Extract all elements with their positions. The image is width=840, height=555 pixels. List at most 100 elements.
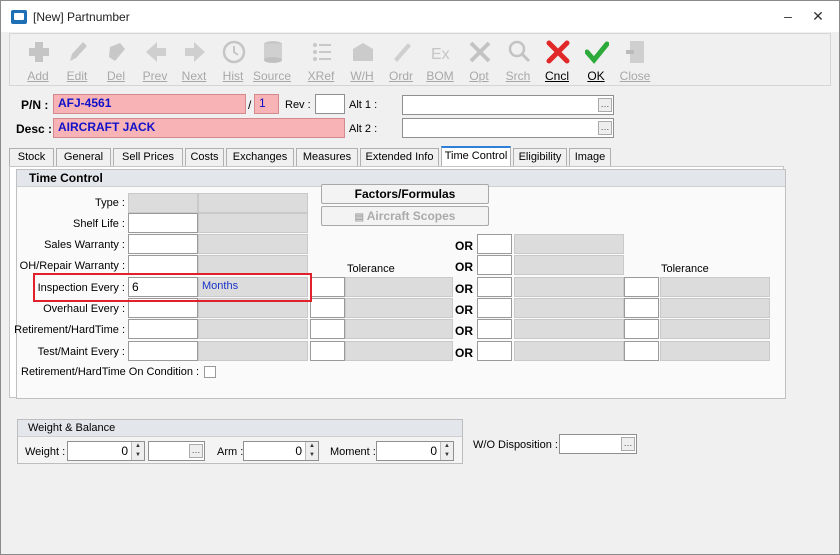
delete-icon (109, 43, 125, 61)
overhaul-tolerance-unit[interactable] (345, 298, 453, 318)
tab-sell-prices[interactable]: Sell Prices (113, 148, 183, 166)
retirement-hardtime-value[interactable] (128, 319, 198, 339)
test-maint-alt-tolerance-value[interactable] (624, 341, 659, 361)
alt1-input[interactable]: … (402, 95, 614, 115)
weight-input[interactable]: 0 ▲ ▼ (67, 441, 145, 461)
tab-measures[interactable]: Measures (296, 148, 358, 166)
tab-general[interactable]: General (56, 148, 111, 166)
overhaul-alt-tolerance-value[interactable] (624, 298, 659, 318)
sales-warranty-alt-value[interactable] (477, 234, 512, 254)
inspection-alt-tolerance-unit[interactable] (660, 277, 770, 297)
cncl-label: Cncl (544, 69, 569, 83)
next-button[interactable]: Next (174, 36, 214, 84)
hist-button[interactable]: Hist (213, 36, 253, 84)
tolerance-label-2: Tolerance (661, 263, 709, 275)
oh-repair-alt-value[interactable] (477, 255, 512, 275)
del-button[interactable]: Del (96, 36, 136, 84)
oh-repair-alt-unit[interactable] (514, 255, 624, 275)
alt1-label: Alt 1 : (349, 99, 378, 111)
test-maint-every-unit[interactable] (198, 341, 308, 361)
inspection-alt-value[interactable] (477, 277, 512, 297)
retirement-alt-tolerance-unit[interactable] (660, 319, 770, 339)
oh-repair-warranty-value[interactable] (128, 255, 198, 275)
alt2-ellipsis-button[interactable]: … (598, 121, 612, 135)
retirement-tolerance-value[interactable] (310, 319, 345, 339)
test-maint-tolerance-unit[interactable] (345, 341, 453, 361)
on-condition-checkbox[interactable] (204, 366, 216, 378)
edit-icon (70, 42, 87, 61)
alt2-input[interactable]: … (402, 118, 614, 138)
inspection-alt-tolerance-value[interactable] (624, 277, 659, 297)
rev-input[interactable] (315, 94, 345, 114)
retirement-alt-tolerance-value[interactable] (624, 319, 659, 339)
rev-label: Rev : (285, 99, 311, 111)
cncl-button[interactable]: Cncl (537, 36, 577, 84)
inspection-alt-unit[interactable] (514, 277, 624, 297)
prev-button[interactable]: Prev (135, 36, 175, 84)
bom-icon: Ex (431, 46, 450, 63)
sales-warranty-alt-unit[interactable] (514, 234, 624, 254)
srch-button[interactable]: Srch (498, 36, 538, 84)
tab-exchanges[interactable]: Exchanges (226, 148, 294, 166)
tab-image[interactable]: Image (569, 148, 611, 166)
pn-input[interactable]: AFJ-4561 (53, 94, 246, 114)
bom-button[interactable]: Ex BOM (420, 36, 460, 84)
xref-button[interactable]: XRef (301, 36, 341, 84)
type-value[interactable] (128, 193, 198, 213)
type-unit[interactable] (198, 193, 308, 213)
inspection-tolerance-value[interactable] (310, 277, 345, 297)
pn-suffix-input[interactable]: 1 (254, 94, 279, 114)
retirement-hardtime-unit[interactable] (198, 319, 308, 339)
overhaul-tolerance-value[interactable] (310, 298, 345, 318)
opt-button[interactable]: Opt (459, 36, 499, 84)
ordr-label: Ordr (389, 69, 413, 83)
alt1-ellipsis-button[interactable]: … (598, 98, 612, 112)
arm-input[interactable]: 0 ▲ ▼ (243, 441, 319, 461)
wo-disposition-input[interactable]: … (559, 434, 637, 454)
retirement-alt-value[interactable] (477, 319, 512, 339)
tab-time-control[interactable]: Time Control (441, 146, 511, 166)
oh-repair-warranty-unit[interactable] (198, 255, 308, 275)
wo-disposition-label: W/O Disposition : (473, 439, 558, 451)
edit-button[interactable]: Edit (57, 36, 97, 84)
weight-label: Weight : (25, 446, 66, 458)
test-maint-alt-tolerance-unit[interactable] (660, 341, 770, 361)
factors-formulas-button[interactable]: Factors/Formulas (321, 184, 489, 204)
test-maint-tolerance-value[interactable] (310, 341, 345, 361)
aircraft-scopes-button[interactable]: ▤ Aircraft Scopes (321, 206, 489, 226)
toolbar: Add Edit Del Prev Next Hist Source XRef (9, 33, 831, 86)
add-button[interactable]: Add (18, 36, 58, 84)
wo-disposition-ellipsis-button[interactable]: … (621, 437, 635, 451)
desc-input[interactable]: AIRCRAFT JACK (53, 118, 345, 138)
inspection-tolerance-unit[interactable] (345, 277, 453, 297)
ok-button[interactable]: OK (576, 36, 616, 84)
shelf-life-value[interactable] (128, 213, 198, 233)
shelf-life-unit[interactable] (198, 213, 308, 233)
source-button[interactable]: Source (252, 36, 292, 84)
arm-spinner[interactable]: ▲ ▼ (305, 442, 318, 460)
overhaul-alt-tolerance-unit[interactable] (660, 298, 770, 318)
sales-warranty-value[interactable] (128, 234, 198, 254)
test-maint-every-value[interactable] (128, 341, 198, 361)
tab-extended-info[interactable]: Extended Info (360, 148, 439, 166)
overhaul-alt-value[interactable] (477, 298, 512, 318)
ordr-button[interactable]: Ordr (381, 36, 421, 84)
test-maint-alt-value[interactable] (477, 341, 512, 361)
moment-input[interactable]: 0 ▲ ▼ (376, 441, 454, 461)
weight-spinner[interactable]: ▲ ▼ (131, 442, 144, 460)
tab-stock[interactable]: Stock (9, 148, 54, 166)
close-button[interactable]: Close (615, 36, 655, 84)
weight-unit-ellipsis-button[interactable]: … (189, 444, 203, 458)
minimize-button[interactable]: – (777, 7, 799, 25)
weight-unit-select[interactable]: … (148, 441, 205, 461)
retirement-tolerance-unit[interactable] (345, 319, 453, 339)
close-window-button[interactable]: ✕ (807, 7, 829, 25)
sales-warranty-unit[interactable] (198, 234, 308, 254)
moment-spinner[interactable]: ▲ ▼ (440, 442, 453, 460)
tab-costs[interactable]: Costs (185, 148, 224, 166)
test-maint-alt-unit[interactable] (514, 341, 624, 361)
wh-button[interactable]: W/H (342, 36, 382, 84)
retirement-alt-unit[interactable] (514, 319, 624, 339)
tab-eligibility[interactable]: Eligibility (513, 148, 567, 166)
overhaul-alt-unit[interactable] (514, 298, 624, 318)
